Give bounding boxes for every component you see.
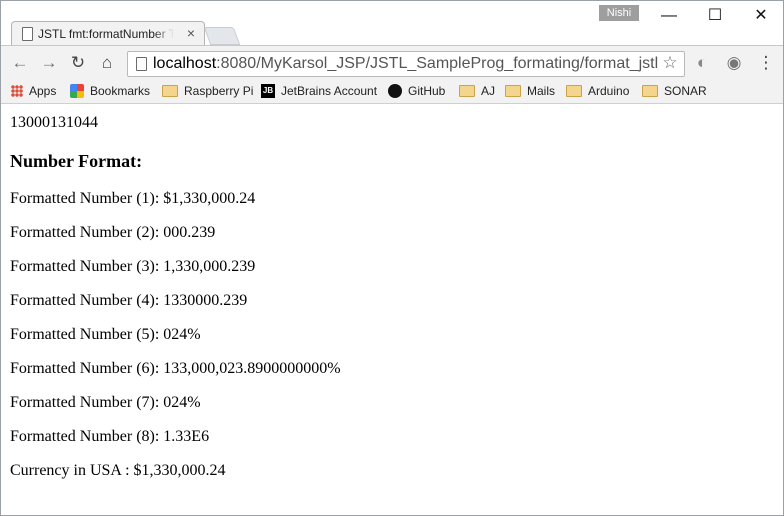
- profile-badge[interactable]: Nishi: [599, 5, 639, 21]
- tab-title: JSTL fmt:formatNumber Tag: [38, 27, 174, 41]
- url-host: localhost: [153, 55, 217, 72]
- page-content: 13000131044 Number Format: Formatted Num…: [1, 104, 783, 515]
- currency-line: Currency in USA : $1,330,000.24: [10, 462, 226, 479]
- page-icon: [136, 57, 147, 71]
- toolbar: ← → ↻ ⌂ localhost:8080/MyKarsol_JSP/JSTL…: [1, 45, 783, 80]
- bookmark-aj[interactable]: AJ: [459, 82, 495, 100]
- jetbrains-icon: JB: [261, 83, 275, 98]
- apps-grid-icon: [11, 84, 23, 97]
- page-heading: Number Format:: [10, 151, 143, 171]
- bookmark-jetbrains[interactable]: JB JetBrains Account: [261, 82, 377, 100]
- formatted-line: Formatted Number (8): 1.33E6: [10, 428, 210, 445]
- browser-window: JSTL fmt:formatNumber Tag × Nishi — ☐ ✕ …: [0, 0, 784, 516]
- folder-icon: [162, 84, 178, 97]
- bookmark-label: GitHub: [408, 84, 446, 98]
- forward-arrow-icon[interactable]: →: [38, 52, 60, 74]
- address-bar[interactable]: localhost:8080/MyKarsol_JSP/JSTL_SampleP…: [127, 51, 685, 77]
- minimize-button[interactable]: —: [646, 1, 692, 31]
- tab-close-icon[interactable]: ×: [184, 25, 198, 41]
- bookmark-raspberry-pi[interactable]: Raspberry Pi: [162, 82, 253, 100]
- folder-icon: [459, 84, 475, 97]
- folder-icon: [505, 84, 521, 97]
- new-tab-button[interactable]: [203, 27, 241, 45]
- formatted-line: Formatted Number (5): 024%: [10, 326, 201, 343]
- bookmark-arduino[interactable]: Arduino: [566, 82, 629, 100]
- formatted-line: Formatted Number (7): 024%: [10, 394, 201, 411]
- bookmark-label: Bookmarks: [90, 84, 151, 98]
- formatted-line: Formatted Number (2): 000.239: [10, 224, 216, 241]
- bookmark-label: Raspberry Pi: [184, 84, 254, 98]
- bookmark-label: AJ: [481, 84, 496, 98]
- bookmark-label: Apps: [29, 84, 57, 98]
- formatted-line: Formatted Number (3): 1,330,000.239: [10, 258, 256, 275]
- bookmark-github[interactable]: GitHub: [388, 82, 445, 100]
- bookmark-label: SONAR: [664, 84, 707, 98]
- google-icon: [70, 83, 84, 98]
- bookmark-mails[interactable]: Mails: [505, 82, 555, 100]
- folder-icon: [566, 84, 582, 97]
- reload-icon[interactable]: ↻: [67, 52, 89, 74]
- title-bar: JSTL fmt:formatNumber Tag × Nishi — ☐ ✕: [1, 1, 783, 46]
- home-icon[interactable]: ⌂: [96, 52, 118, 74]
- bookmark-apps[interactable]: Apps: [11, 82, 56, 100]
- extension-icon-2[interactable]: ◉: [723, 52, 745, 74]
- github-icon: [388, 83, 402, 98]
- bookmarks-bar: Apps Bookmarks Raspberry Pi JB JetBrains …: [1, 79, 783, 104]
- close-window-button[interactable]: ✕: [738, 1, 783, 31]
- bookmark-bookmarks[interactable]: Bookmarks: [70, 82, 150, 100]
- url-text: localhost:8080/MyKarsol_JSP/JSTL_SampleP…: [153, 54, 658, 74]
- maximize-button[interactable]: ☐: [692, 1, 738, 31]
- raw-number: 13000131044: [10, 114, 98, 131]
- bookmark-sonar[interactable]: SONAR: [642, 82, 707, 100]
- back-arrow-icon[interactable]: ←: [9, 52, 31, 74]
- bookmark-label: JetBrains Account: [281, 84, 378, 98]
- formatted-line: Formatted Number (6): 133,000,023.890000…: [10, 360, 341, 377]
- folder-icon: [642, 84, 658, 97]
- bookmark-star-icon[interactable]: ☆: [660, 53, 680, 73]
- formatted-line: Formatted Number (4): 1330000.239: [10, 292, 248, 309]
- menu-icon[interactable]: ⋮: [755, 52, 777, 74]
- extension-icon-1[interactable]: ◐: [691, 52, 713, 74]
- url-path: :8080/MyKarsol_JSP/JSTL_SampleProg_forma…: [216, 55, 658, 72]
- browser-tab[interactable]: JSTL fmt:formatNumber Tag ×: [11, 21, 205, 46]
- bookmark-label: Mails: [527, 84, 556, 98]
- formatted-line: Formatted Number (1): $1,330,000.24: [10, 190, 256, 207]
- document-icon: [22, 27, 33, 41]
- bookmark-label: Arduino: [588, 84, 630, 98]
